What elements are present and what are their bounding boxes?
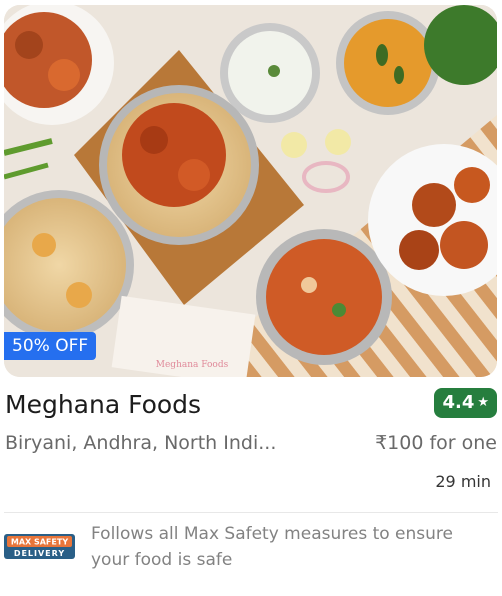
divider [4, 512, 498, 513]
max-safety-badge-icon: MAX SAFETY DELIVERY [4, 534, 75, 559]
badge-top-text: MAX SAFETY [11, 538, 68, 547]
delivery-time: 29 min [435, 472, 491, 491]
food-photo-watermark: Meghana Foods [156, 360, 229, 370]
offer-badge: 50% OFF [4, 332, 97, 360]
restaurant-card[interactable]: Meghana Foods 50% OFF Meghana Foods 4.4 … [0, 0, 502, 596]
cuisine-list: Biryani, Andhra, North Indi... [5, 432, 277, 454]
price-for-one: ₹100 for one [375, 432, 497, 454]
badge-bottom-text: DELIVERY [14, 549, 65, 558]
safety-description: Follows all Max Safety measures to ensur… [91, 524, 453, 570]
star-icon: ★ [477, 395, 489, 410]
rating-badge: 4.4 ★ [434, 388, 497, 418]
restaurant-image[interactable]: Meghana Foods [4, 5, 497, 377]
food-photo: Meghana Foods [4, 5, 497, 377]
restaurant-name[interactable]: Meghana Foods [5, 390, 201, 419]
rating-value: 4.4 [442, 392, 475, 413]
